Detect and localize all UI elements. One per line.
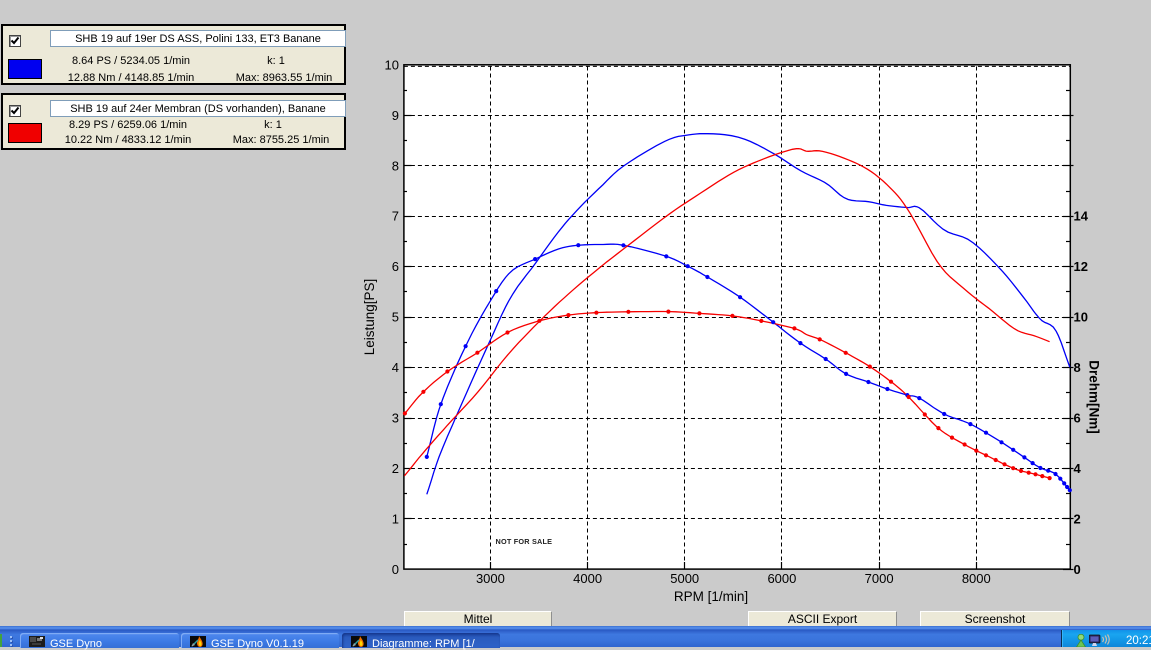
svg-text:12: 12 [1074, 259, 1088, 274]
svg-text:6: 6 [392, 259, 399, 274]
svg-text:2: 2 [392, 461, 399, 476]
svg-text:0: 0 [1074, 562, 1081, 577]
svg-text:8: 8 [1074, 360, 1081, 375]
svg-text:5000: 5000 [670, 571, 699, 586]
svg-text:4: 4 [392, 360, 399, 375]
svg-text:6: 6 [1074, 411, 1081, 426]
svg-text:7000: 7000 [865, 571, 894, 586]
svg-text:14: 14 [1074, 209, 1089, 224]
svg-text:Leistung[PS]: Leistung[PS] [362, 279, 377, 356]
svg-text:8: 8 [392, 158, 399, 173]
svg-text:2: 2 [1074, 511, 1081, 526]
svg-text:9: 9 [392, 108, 399, 123]
svg-text:NOT FOR SALE: NOT FOR SALE [496, 537, 553, 546]
svg-text:8000: 8000 [962, 571, 991, 586]
svg-text:Drehm[Nm]: Drehm[Nm] [1087, 360, 1102, 434]
svg-text:6000: 6000 [767, 571, 796, 586]
svg-text:0: 0 [392, 562, 399, 577]
svg-text:7: 7 [392, 209, 399, 224]
svg-text:RPM [1/min]: RPM [1/min] [674, 589, 748, 604]
svg-text:3000: 3000 [476, 571, 505, 586]
svg-text:4: 4 [1074, 461, 1082, 476]
svg-text:1: 1 [392, 511, 399, 526]
svg-text:10: 10 [385, 57, 399, 72]
svg-text:10: 10 [1074, 310, 1088, 325]
svg-text:5: 5 [392, 310, 399, 325]
svg-text:4000: 4000 [573, 571, 602, 586]
svg-text:3: 3 [392, 411, 399, 426]
